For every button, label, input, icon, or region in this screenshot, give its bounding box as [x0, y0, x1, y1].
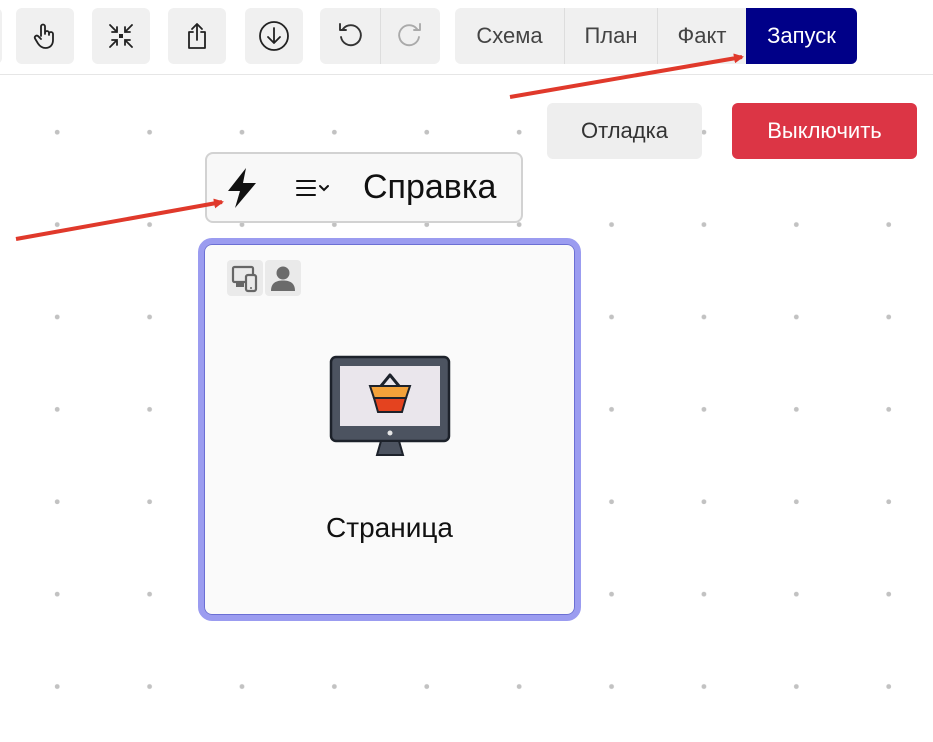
tab-launch[interactable]: Запуск [746, 8, 857, 64]
tab-plan[interactable]: План [564, 8, 657, 64]
node-badges [227, 258, 307, 298]
collapse-arrows-icon [106, 21, 136, 51]
devices-icon [227, 260, 263, 296]
pointer-hand-icon [32, 22, 58, 50]
pointer-tool-button[interactable] [16, 8, 74, 64]
page-node[interactable]: Страница [198, 238, 581, 621]
debug-button[interactable]: Отладка [547, 103, 702, 159]
lightning-bolt-icon[interactable] [223, 166, 261, 210]
help-button[interactable]: Справка [363, 168, 496, 207]
download-circle-icon [257, 19, 291, 53]
tab-scheme[interactable]: Схема [455, 8, 564, 64]
redo-button[interactable] [379, 8, 441, 64]
history-group [320, 8, 440, 64]
share-export-icon [184, 21, 210, 51]
top-toolbar: Схема План Факт Запуск [0, 0, 933, 75]
download-button[interactable] [245, 8, 303, 64]
arrow-to-trigger-icon [15, 198, 224, 241]
node-toolbar: Справка [205, 152, 523, 223]
monitor-basket-icon [329, 355, 451, 464]
toolbar-edge-button[interactable] [0, 8, 2, 64]
mode-tabs: Схема План Факт Запуск [455, 8, 857, 64]
fit-view-button[interactable] [92, 8, 150, 64]
tab-fact[interactable]: Факт [657, 8, 746, 64]
undo-button[interactable] [320, 8, 380, 64]
list-chevron-icon[interactable] [295, 177, 331, 199]
redo-icon [396, 20, 424, 53]
node-label: Страница [326, 512, 453, 543]
disable-button[interactable]: Выключить [732, 103, 917, 159]
user-icon [265, 260, 301, 296]
undo-icon [336, 20, 364, 53]
export-button[interactable] [168, 8, 226, 64]
